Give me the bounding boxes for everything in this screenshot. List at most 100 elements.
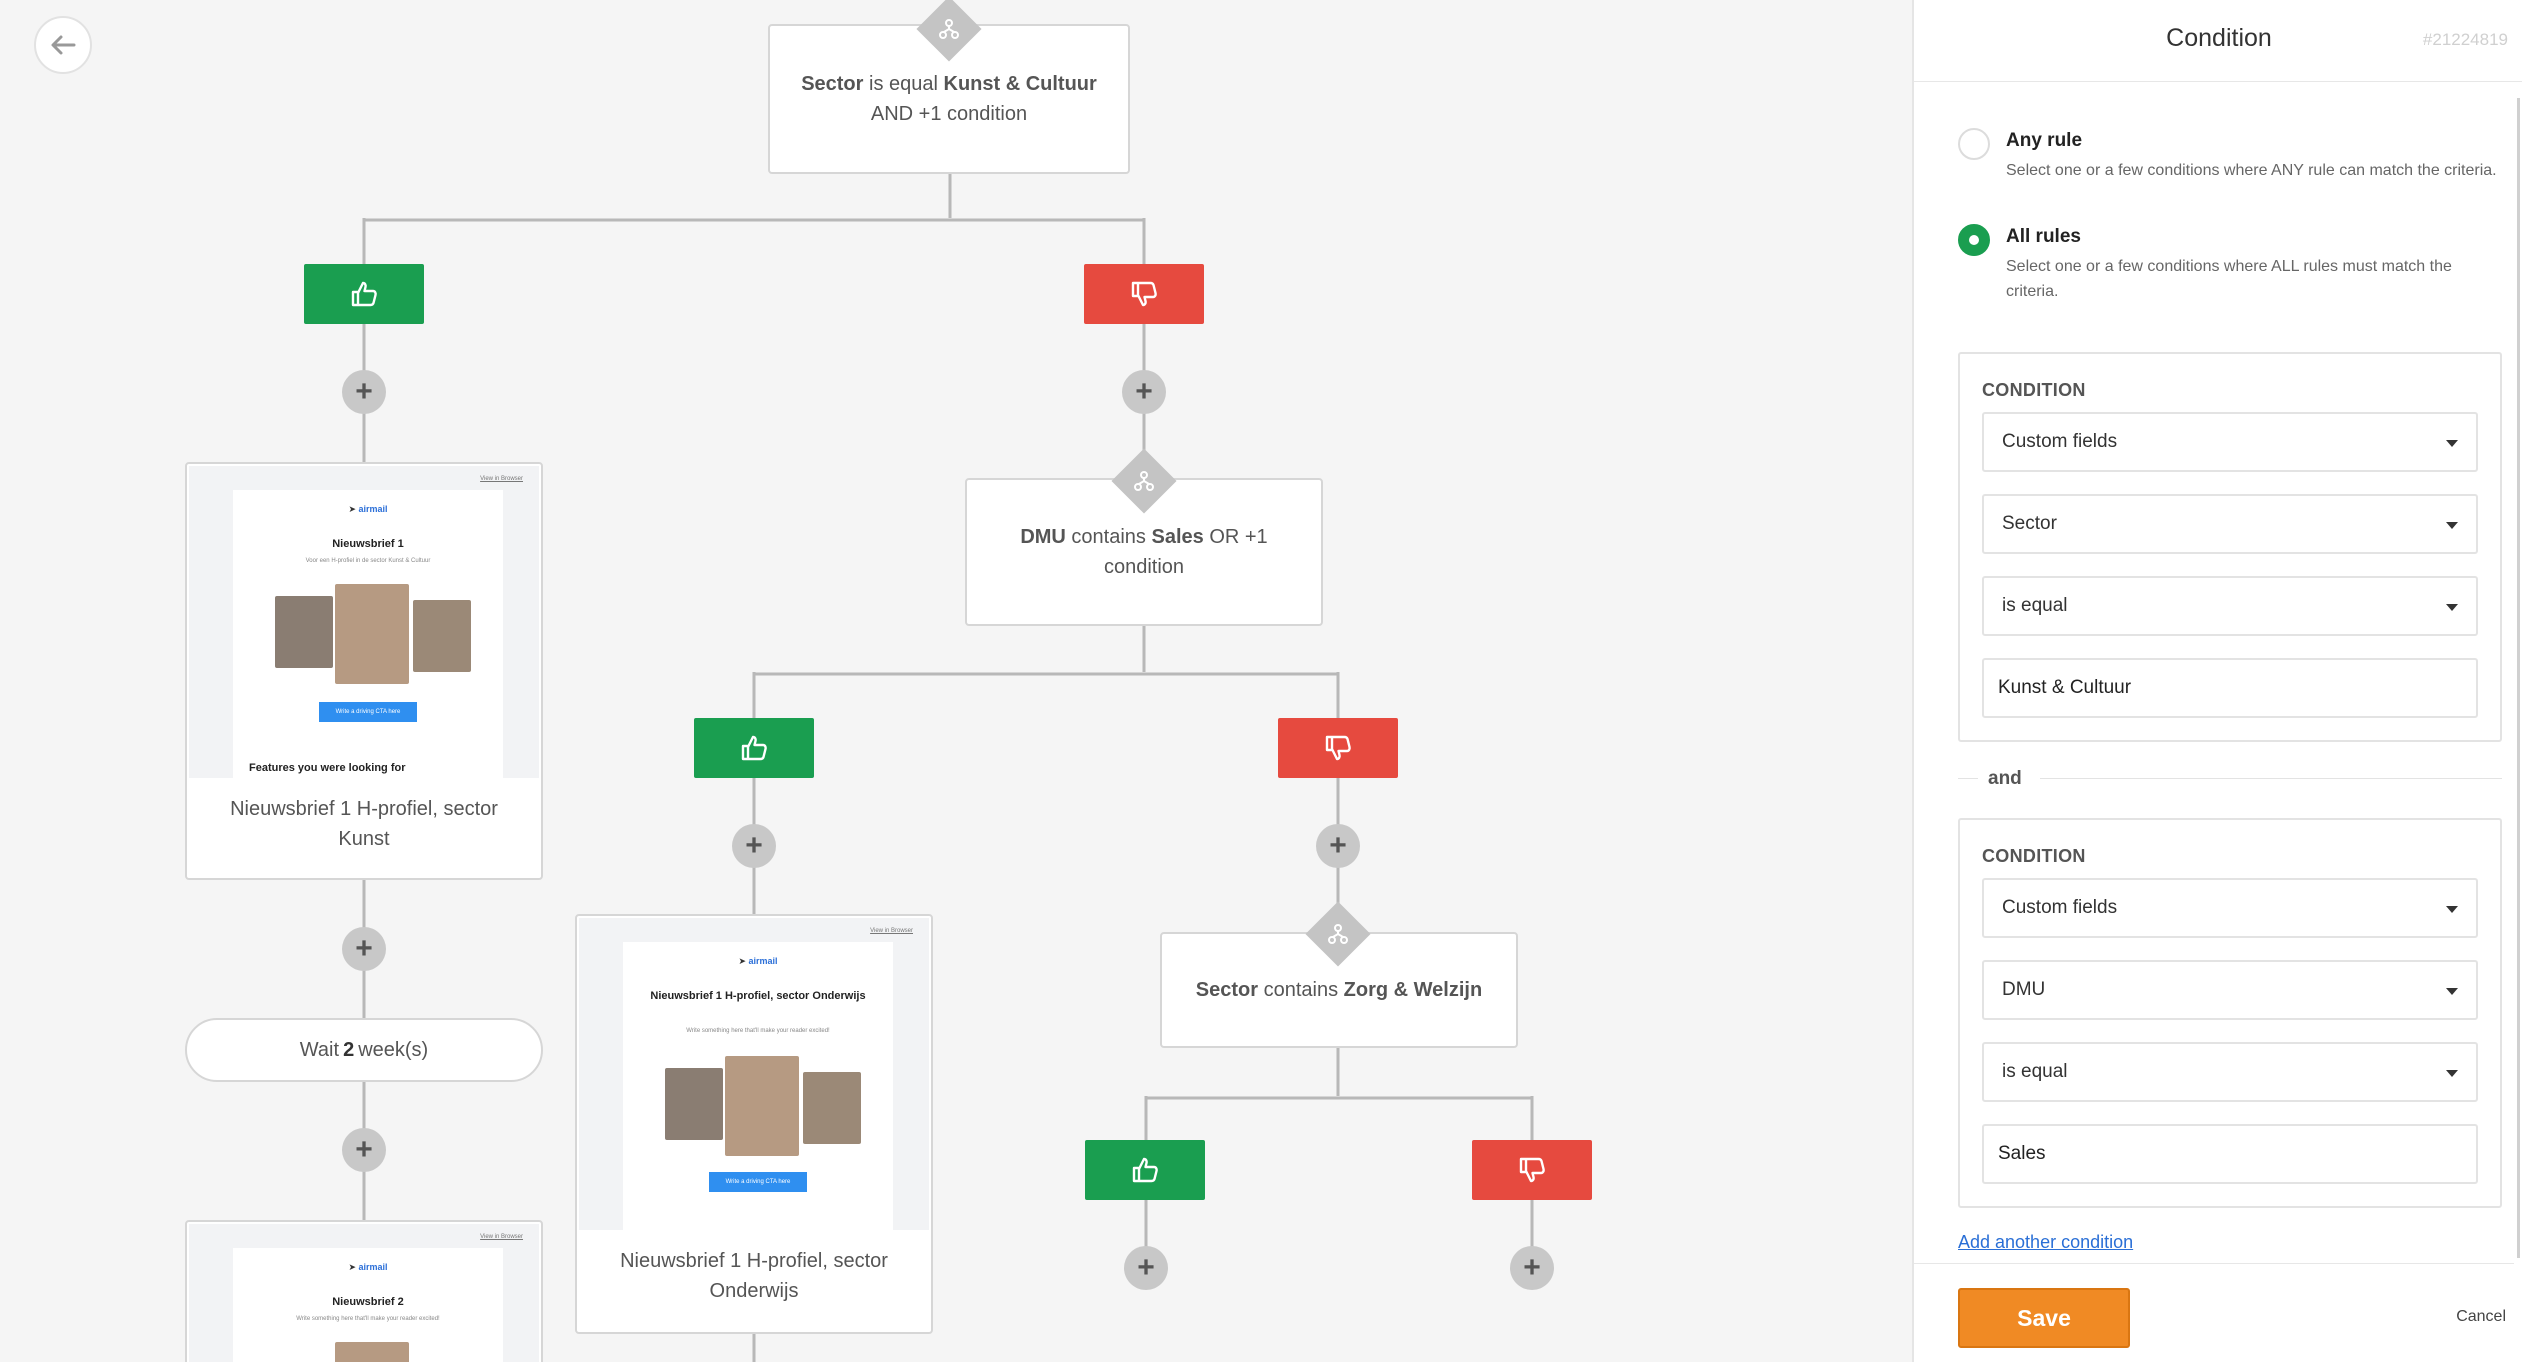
add-step-button[interactable]: +	[342, 370, 386, 414]
photo	[275, 596, 333, 668]
all-rules-description: Select one or a few conditions where ALL…	[2006, 258, 2452, 300]
panel-header: Condition #21224819	[1914, 0, 2522, 82]
condition-card-2: CONDITION Custom fields DMU is equal	[1958, 818, 2502, 1208]
caret-down-icon	[2446, 1070, 2458, 1077]
condition-joiner: and	[1958, 768, 2502, 789]
view-in-browser-link: View in Browser	[480, 1234, 523, 1240]
panel-body[interactable]: Any rule Select one or a few conditions …	[1914, 98, 2514, 1263]
preview-subtitle: Write something here that'll make your r…	[296, 1316, 440, 1322]
thumbs-up-icon	[351, 281, 377, 307]
condition-id: #21224819	[2422, 30, 2508, 49]
preview-cta: Write a driving CTA here	[319, 702, 417, 722]
condition-field: DMU	[1020, 526, 1066, 548]
arrow-left-icon	[51, 35, 76, 55]
condition-field: Sector	[1195, 979, 1259, 1001]
add-step-button[interactable]: +	[342, 927, 386, 971]
source-select[interactable]: Custom fields	[1982, 412, 2478, 472]
any-rule-title: Any rule	[2006, 130, 2083, 151]
preview-title: Nieuwsbrief 1	[332, 538, 404, 550]
add-step-button[interactable]: +	[732, 824, 776, 868]
photo	[803, 1072, 861, 1144]
caret-down-icon	[2446, 906, 2458, 913]
cancel-button[interactable]: Cancel	[2456, 1308, 2506, 1326]
add-step-button[interactable]: +	[1124, 1246, 1168, 1290]
wait-node[interactable]: Wait 2 week(s)	[185, 1018, 543, 1082]
no-branch-button[interactable]	[1472, 1140, 1592, 1200]
thumbs-up-icon	[741, 735, 767, 761]
wait-unit: week(s)	[358, 1038, 429, 1061]
source-select[interactable]: Custom fields	[1982, 878, 2478, 938]
add-step-button[interactable]: +	[1316, 824, 1360, 868]
value-input[interactable]	[1982, 658, 2478, 718]
value-input-field[interactable]	[1984, 1126, 2476, 1182]
yes-branch-button[interactable]	[304, 264, 424, 324]
any-rule-radio[interactable]	[1958, 128, 1990, 160]
photo	[335, 1342, 409, 1362]
airmail-logo: ➤ airmail	[738, 956, 778, 966]
preview-title: Nieuwsbrief 2	[332, 1296, 404, 1308]
email-preview: View in Browser ➤ airmail Nieuwsbrief 2 …	[189, 1224, 539, 1362]
condition-card-1: CONDITION Custom fields Sector is equal	[1958, 352, 2502, 742]
photo	[413, 600, 471, 672]
condition-heading: CONDITION	[1982, 380, 2086, 400]
caret-down-icon	[2446, 988, 2458, 995]
email-node-1[interactable]: View in Browser ➤ airmail Nieuwsbrief 1 …	[185, 462, 543, 880]
wait-amount: 2	[343, 1038, 355, 1061]
caret-down-icon	[2446, 440, 2458, 447]
condition-value: Kunst & Cultuur	[943, 73, 1097, 95]
condition-value: Sales	[1151, 526, 1204, 548]
thumbs-down-icon	[1325, 735, 1351, 761]
condition-heading: CONDITION	[1982, 846, 2086, 866]
email-node-2[interactable]: View in Browser ➤ airmail Nieuwsbrief 1 …	[575, 914, 933, 1334]
airmail-logo: ➤ airmail	[348, 504, 388, 514]
caret-down-icon	[2446, 604, 2458, 611]
yes-branch-button[interactable]	[694, 718, 814, 778]
add-condition-link[interactable]: Add another condition	[1958, 1232, 2133, 1253]
panel-scrollbar[interactable]	[2512, 98, 2522, 1258]
all-rules-radio[interactable]	[1958, 224, 1990, 256]
any-rule-description: Select one or a few conditions where ANY…	[2006, 162, 2497, 179]
preview-title: Nieuwsbrief 1 H-profiel, sector Onderwij…	[650, 990, 866, 1002]
condition-extra: AND +1 condition	[870, 103, 1028, 125]
panel-footer: Save Cancel	[1914, 1263, 2514, 1362]
email-node-3[interactable]: View in Browser ➤ airmail Nieuwsbrief 2 …	[185, 1220, 543, 1362]
flow-canvas[interactable]: Sector is equal Kunst & Cultuur AND +1 c…	[0, 0, 1912, 1362]
all-rules-title: All rules	[2006, 226, 2081, 247]
back-button[interactable]	[34, 16, 92, 74]
yes-branch-button[interactable]	[1085, 1140, 1205, 1200]
thumbs-down-icon	[1519, 1157, 1545, 1183]
add-step-button[interactable]: +	[1510, 1246, 1554, 1290]
condition-panel: Condition #21224819 Any rule Select one …	[1912, 0, 2522, 1362]
view-in-browser-link: View in Browser	[870, 928, 913, 934]
condition-operator: contains	[1263, 979, 1339, 1001]
add-step-button[interactable]: +	[1122, 370, 1166, 414]
save-button[interactable]: Save	[1958, 1288, 2130, 1348]
thumbs-down-icon	[1131, 281, 1157, 307]
airmail-logo: ➤ airmail	[348, 1262, 388, 1272]
no-branch-button[interactable]	[1278, 718, 1398, 778]
thumbs-up-icon	[1132, 1157, 1158, 1183]
operator-select[interactable]: is equal	[1982, 1042, 2478, 1102]
add-step-button[interactable]: +	[342, 1128, 386, 1172]
value-input-field[interactable]	[1984, 660, 2476, 716]
email-node-label: Nieuwsbrief 1 H-profiel, sector Onderwij…	[620, 1250, 888, 1302]
caret-down-icon	[2446, 522, 2458, 529]
condition-field: Sector	[801, 73, 864, 95]
wait-prefix: Wait	[299, 1038, 340, 1061]
preview-features: Features you were looking for	[249, 762, 406, 774]
photo	[725, 1056, 799, 1156]
email-preview: View in Browser ➤ airmail Nieuwsbrief 1 …	[189, 466, 539, 778]
preview-subtitle: Write something here that'll make your r…	[686, 1028, 830, 1034]
condition-operator: is equal	[869, 73, 938, 95]
preview-cta: Write a driving CTA here	[709, 1172, 807, 1192]
field-select[interactable]: DMU	[1982, 960, 2478, 1020]
operator-select[interactable]: is equal	[1982, 576, 2478, 636]
condition-value: Zorg & Welzijn	[1343, 979, 1483, 1001]
email-node-label: Nieuwsbrief 1 H-profiel, sector Kunst	[230, 798, 498, 850]
value-input[interactable]	[1982, 1124, 2478, 1184]
photo	[665, 1068, 723, 1140]
field-select[interactable]: Sector	[1982, 494, 2478, 554]
condition-operator: contains	[1071, 526, 1146, 548]
no-branch-button[interactable]	[1084, 264, 1204, 324]
view-in-browser-link: View in Browser	[480, 476, 523, 482]
